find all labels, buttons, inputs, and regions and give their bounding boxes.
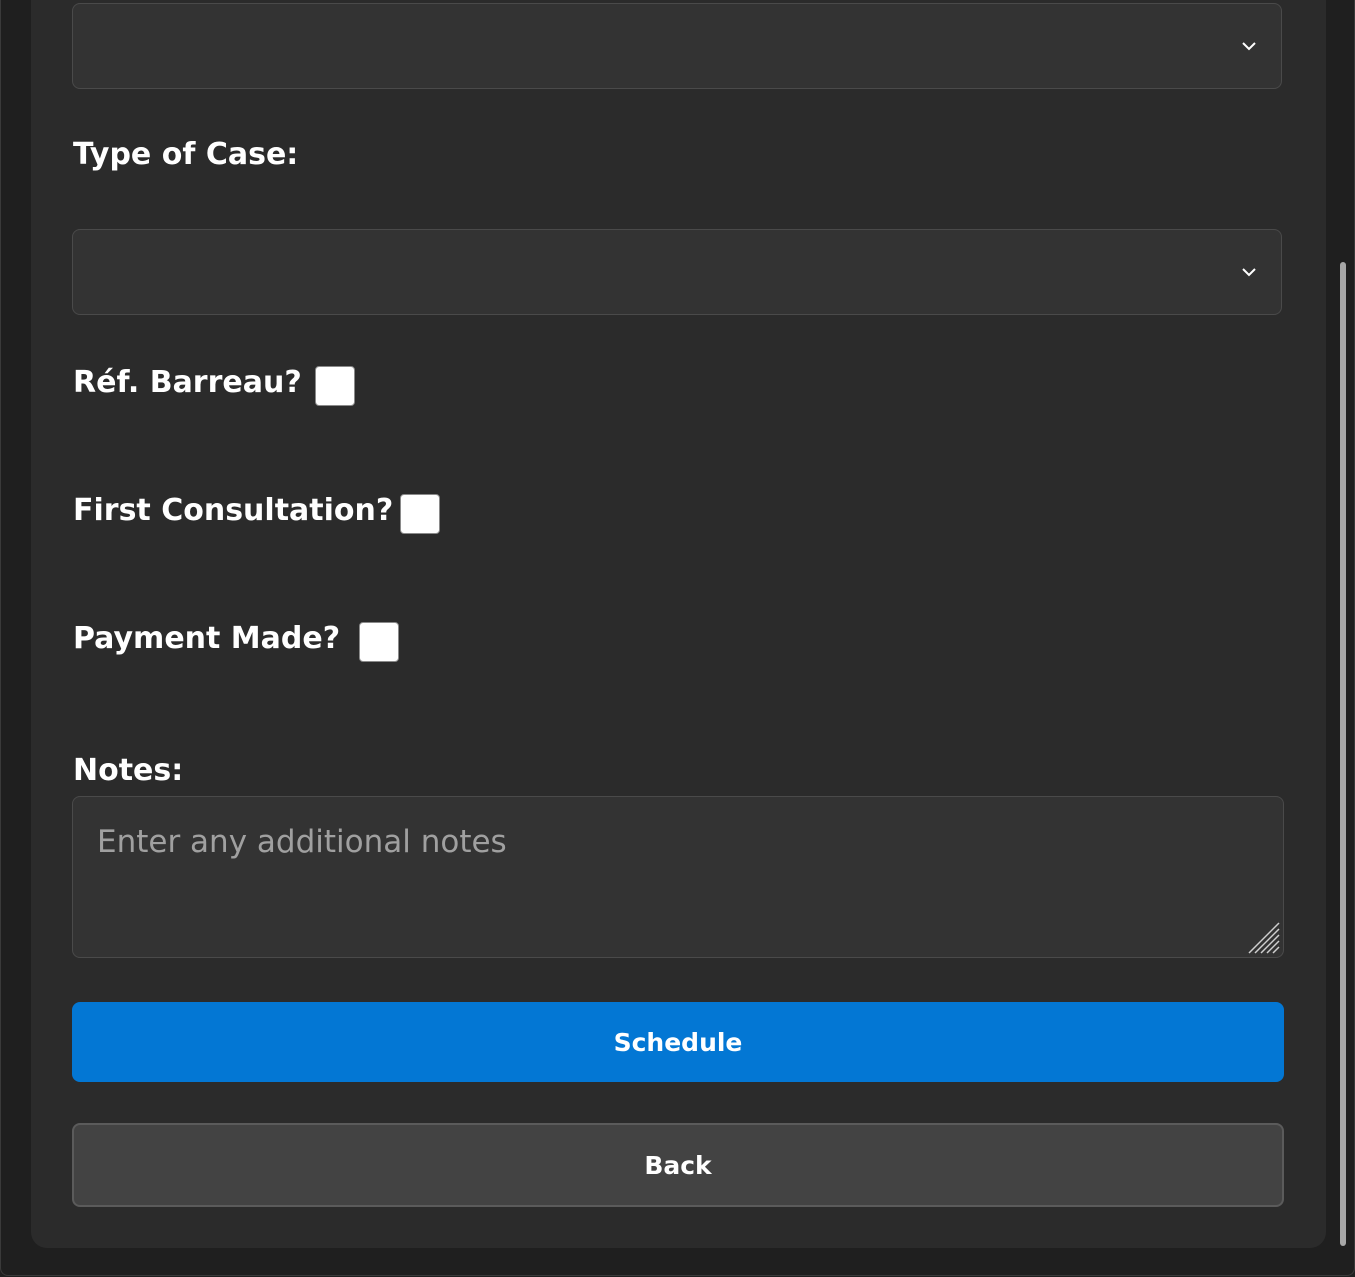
case-type-select[interactable] xyxy=(72,229,1282,315)
payment-made-checkbox[interactable] xyxy=(359,622,399,662)
window-frame: Type of Case: Réf. Barreau? First Consul… xyxy=(0,0,1355,1276)
back-button[interactable]: Back xyxy=(72,1123,1284,1207)
notes-label: Notes: xyxy=(73,753,184,788)
schedule-button[interactable]: Schedule xyxy=(72,1002,1284,1082)
first-consultation-label: First Consultation? xyxy=(73,493,394,528)
ref-barreau-label: Réf. Barreau? xyxy=(73,365,302,400)
scrollbar-thumb[interactable] xyxy=(1340,262,1346,1246)
chevron-down-icon xyxy=(1242,42,1256,51)
resize-grip-icon[interactable] xyxy=(1243,917,1281,955)
notes-textarea[interactable]: Enter any additional notes xyxy=(72,796,1284,958)
ref-barreau-checkbox[interactable] xyxy=(315,366,355,406)
case-type-label: Type of Case: xyxy=(73,137,299,172)
first-consultation-checkbox[interactable] xyxy=(400,494,440,534)
scrollbar[interactable] xyxy=(1340,0,1346,1250)
notes-placeholder: Enter any additional notes xyxy=(97,824,507,860)
chevron-down-icon xyxy=(1242,268,1256,277)
top-select[interactable] xyxy=(72,3,1282,89)
payment-made-label: Payment Made? xyxy=(73,621,341,656)
